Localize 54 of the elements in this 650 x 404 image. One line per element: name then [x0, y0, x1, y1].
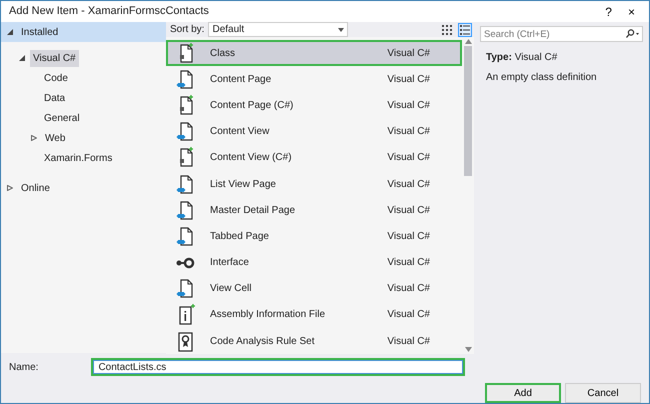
tree-item[interactable]: Code: [41, 70, 71, 86]
description-text: An empty class definition: [486, 71, 598, 85]
template-type: Visual C#: [387, 98, 430, 113]
scroll-up-icon[interactable]: [464, 39, 472, 44]
template-item[interactable]: Interface Visual C#: [166, 250, 462, 276]
template-item[interactable]: Content View (C#) Visual C#: [166, 144, 462, 171]
tree-item[interactable]: Online: [18, 180, 53, 196]
template-type: Visual C#: [387, 125, 430, 140]
expander-icon[interactable]: [31, 135, 37, 141]
template-item[interactable]: Content View Visual C#: [166, 118, 462, 145]
template-type: Visual C#: [387, 178, 430, 192]
template-type: Visual C#: [387, 282, 430, 296]
template-item[interactable]: List View Page Visual C#: [166, 170, 462, 198]
tree-item[interactable]: Xamarin.Forms: [41, 150, 116, 166]
template-type: Visual C#: [387, 151, 430, 166]
template-type: Visual C#: [387, 256, 430, 270]
template-type: Visual C#: [387, 308, 430, 322]
tree-item[interactable]: General: [41, 110, 83, 126]
dialog-button[interactable]: Add: [485, 383, 561, 403]
window-title: Add New Item - XamarinFormscContacts: [9, 4, 209, 20]
template-item[interactable]: Tabbed Page Visual C#: [166, 223, 462, 250]
template-type: Visual C#: [387, 334, 430, 349]
type-text: Type: Visual C#: [486, 51, 558, 65]
tree-item[interactable]: Web: [42, 130, 68, 146]
template-item[interactable]: Content Page Visual C#: [166, 66, 462, 92]
template-item[interactable]: Content Page (C#) Visual C#: [166, 92, 462, 119]
scroll-down-icon[interactable]: [464, 347, 472, 352]
name-field[interactable]: ContactLists.cs: [93, 360, 464, 374]
dialog-button[interactable]: Cancel: [565, 383, 641, 403]
close-button[interactable]: ×: [620, 6, 643, 18]
template-item[interactable]: Code Analysis Rule Set Visual C#: [166, 328, 462, 354]
name-label: Name:: [9, 360, 38, 374]
grid-view-button[interactable]: [440, 22, 454, 36]
template-item[interactable]: View Cell Visual C#: [166, 276, 462, 302]
template-type: Visual C#: [387, 230, 430, 244]
template-item[interactable]: Assembly Information File Visual C#: [166, 302, 462, 328]
template-item[interactable]: Class Visual C#: [166, 40, 462, 66]
template-type: Visual C#: [387, 72, 430, 87]
help-button[interactable]: ?: [597, 6, 620, 18]
tree-item[interactable]: Data: [41, 90, 68, 106]
expander-icon[interactable]: [19, 55, 25, 61]
tree-item[interactable]: Visual C#: [30, 50, 79, 66]
dropdown-arrow-icon: [338, 28, 344, 32]
template-type: Visual C#: [387, 204, 430, 218]
expander-icon[interactable]: [7, 185, 13, 191]
sort-label: Sort by:: [170, 23, 204, 37]
expander-icon[interactable]: [7, 29, 13, 35]
scrollbar[interactable]: [462, 37, 474, 354]
search-field[interactable]: Search (Ctrl+E): [480, 26, 643, 42]
list-view-button[interactable]: [458, 22, 472, 36]
template-item[interactable]: Master Detail Page Visual C#: [166, 197, 462, 224]
template-type: Visual C#: [387, 46, 430, 61]
sort-dropdown[interactable]: Default: [208, 22, 348, 37]
search-icon: [626, 29, 639, 38]
